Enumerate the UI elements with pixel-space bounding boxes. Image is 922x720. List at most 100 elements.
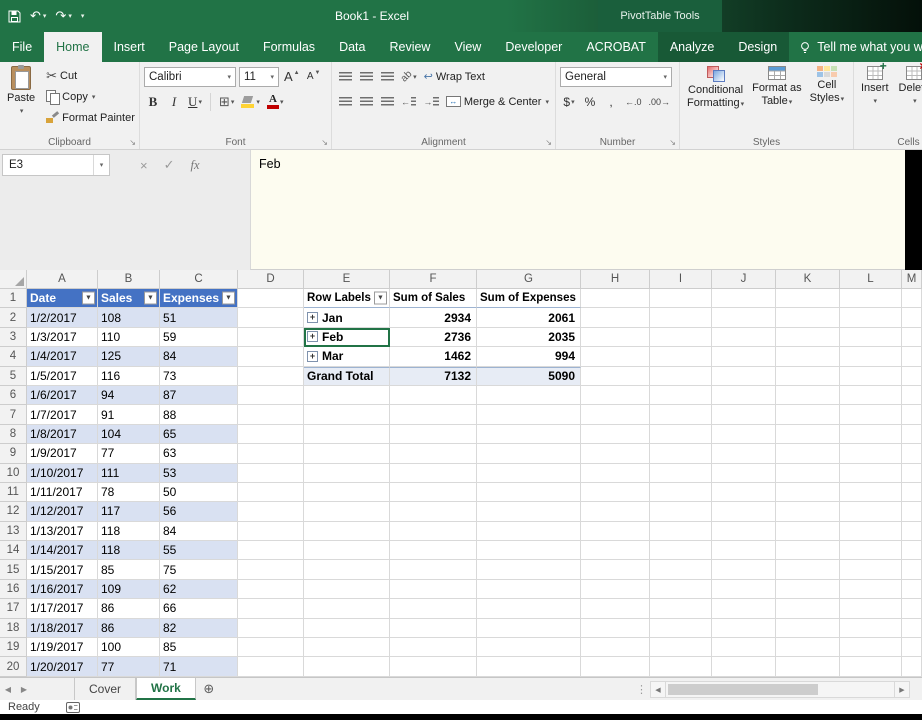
cell-C1[interactable]: Expenses ▼ bbox=[160, 289, 238, 309]
sheet-tab-cover[interactable]: Cover bbox=[74, 678, 137, 700]
cell-K9[interactable] bbox=[776, 444, 840, 464]
filter-dropdown-button[interactable]: ▼ bbox=[222, 291, 235, 305]
cell-M15[interactable] bbox=[902, 560, 922, 580]
cell-F4[interactable]: 1462 bbox=[390, 347, 477, 367]
cell-L16[interactable] bbox=[840, 579, 902, 600]
row-header-5[interactable]: 5 bbox=[0, 366, 27, 386]
cell-H9[interactable] bbox=[581, 444, 650, 464]
cell-L13[interactable] bbox=[840, 521, 902, 542]
column-header-H[interactable]: H bbox=[581, 270, 650, 289]
cell-F5[interactable]: 7132 bbox=[390, 366, 477, 386]
cell-B14[interactable]: 118 bbox=[98, 541, 160, 561]
fill-color-button[interactable]: ▾ bbox=[239, 92, 262, 112]
cell-I9[interactable] bbox=[650, 444, 712, 464]
cell-K20[interactable] bbox=[776, 657, 840, 677]
cell-H19[interactable] bbox=[581, 638, 650, 658]
filter-dropdown-button[interactable]: ▼ bbox=[374, 291, 387, 305]
column-header-K[interactable]: K bbox=[776, 270, 840, 289]
row-header-4[interactable]: 4 bbox=[0, 347, 27, 367]
tab-acrobat[interactable]: ACROBAT bbox=[574, 32, 658, 62]
cell-B16[interactable]: 109 bbox=[98, 579, 160, 600]
paste-button[interactable]: Paste ▾ bbox=[4, 65, 38, 133]
cell-C7[interactable]: 88 bbox=[160, 405, 238, 425]
column-header-E[interactable]: E bbox=[304, 270, 390, 289]
copy-button[interactable]: Copy ▾ bbox=[44, 86, 137, 107]
scroll-left-button[interactable]: ◀ bbox=[650, 681, 666, 698]
cell-K19[interactable] bbox=[776, 638, 840, 658]
cell-K3[interactable] bbox=[776, 327, 840, 348]
cancel-entry-button[interactable]: × bbox=[140, 158, 148, 173]
cell-J9[interactable] bbox=[712, 444, 776, 464]
cell-L4[interactable] bbox=[840, 347, 902, 367]
cell-L6[interactable] bbox=[840, 385, 902, 406]
column-header-I[interactable]: I bbox=[650, 270, 712, 289]
cell-G11[interactable] bbox=[477, 482, 581, 503]
filter-dropdown-button[interactable]: ▼ bbox=[144, 291, 157, 305]
cell-C2[interactable]: 51 bbox=[160, 308, 238, 328]
cell-K8[interactable] bbox=[776, 424, 840, 445]
cell-F18[interactable] bbox=[390, 618, 477, 639]
expand-collapse-button[interactable]: + bbox=[307, 312, 318, 324]
decrease-indent-button[interactable]: ← bbox=[399, 92, 418, 112]
row-header-9[interactable]: 9 bbox=[0, 444, 27, 464]
cell-G5[interactable]: 5090 bbox=[477, 366, 581, 386]
cell-H2[interactable] bbox=[581, 308, 650, 328]
row-header-14[interactable]: 14 bbox=[0, 541, 27, 561]
cell-K18[interactable] bbox=[776, 618, 840, 639]
italic-button[interactable]: I bbox=[165, 92, 183, 112]
cell-J17[interactable] bbox=[712, 599, 776, 619]
cell-A19[interactable]: 1/19/2017 bbox=[27, 638, 98, 658]
cell-J2[interactable] bbox=[712, 308, 776, 328]
name-box[interactable]: E3 ▾ bbox=[2, 154, 110, 176]
cell-L17[interactable] bbox=[840, 599, 902, 619]
tab-formulas[interactable]: Formulas bbox=[251, 32, 327, 62]
cell-C10[interactable]: 53 bbox=[160, 463, 238, 483]
cell-D2[interactable] bbox=[238, 308, 304, 328]
cell-C18[interactable]: 82 bbox=[160, 618, 238, 639]
cell-B11[interactable]: 78 bbox=[98, 482, 160, 503]
cell-K6[interactable] bbox=[776, 385, 840, 406]
tab-home[interactable]: Home bbox=[44, 32, 102, 62]
insert-function-button[interactable]: fx bbox=[191, 158, 200, 173]
cell-C19[interactable]: 85 bbox=[160, 638, 238, 658]
cell-J8[interactable] bbox=[712, 424, 776, 445]
cell-E7[interactable] bbox=[304, 405, 390, 425]
tab-design[interactable]: Design bbox=[726, 32, 790, 62]
cell-G3[interactable]: 2035 bbox=[477, 327, 581, 348]
cell-D19[interactable] bbox=[238, 638, 304, 658]
cell-C16[interactable]: 62 bbox=[160, 579, 238, 600]
cell-K4[interactable] bbox=[776, 347, 840, 367]
cell-M14[interactable] bbox=[902, 541, 922, 561]
cell-I13[interactable] bbox=[650, 521, 712, 542]
cell-A2[interactable]: 1/2/2017 bbox=[27, 308, 98, 328]
cell-F16[interactable] bbox=[390, 579, 477, 600]
cell-G6[interactable] bbox=[477, 385, 581, 406]
cell-D11[interactable] bbox=[238, 482, 304, 503]
cell-B20[interactable]: 77 bbox=[98, 657, 160, 677]
cell-C3[interactable]: 59 bbox=[160, 327, 238, 348]
wrap-text-button[interactable]: ↩ Wrap Text bbox=[422, 66, 487, 87]
cell-E1[interactable]: Row Labels ▼ bbox=[304, 289, 390, 309]
percent-style-button[interactable]: % bbox=[581, 92, 599, 112]
row-header-18[interactable]: 18 bbox=[0, 618, 27, 639]
macro-record-icon[interactable] bbox=[65, 701, 80, 713]
cell-F10[interactable] bbox=[390, 463, 477, 483]
cell-D17[interactable] bbox=[238, 599, 304, 619]
cell-H10[interactable] bbox=[581, 463, 650, 483]
cell-D3[interactable] bbox=[238, 327, 304, 348]
cell-I19[interactable] bbox=[650, 638, 712, 658]
cell-M6[interactable] bbox=[902, 385, 922, 406]
tab-developer[interactable]: Developer bbox=[493, 32, 574, 62]
cell-I3[interactable] bbox=[650, 327, 712, 348]
cell-M19[interactable] bbox=[902, 638, 922, 658]
cell-A11[interactable]: 1/11/2017 bbox=[27, 482, 98, 503]
cell-D13[interactable] bbox=[238, 521, 304, 542]
cell-L5[interactable] bbox=[840, 366, 902, 386]
cell-H12[interactable] bbox=[581, 502, 650, 522]
merge-center-button[interactable]: ↔ Merge & Center ▾ bbox=[444, 91, 551, 112]
cell-M8[interactable] bbox=[902, 424, 922, 445]
cell-E15[interactable] bbox=[304, 560, 390, 580]
cell-A20[interactable]: 1/20/2017 bbox=[27, 657, 98, 677]
cell-F3[interactable]: 2736 bbox=[390, 327, 477, 348]
cell-D16[interactable] bbox=[238, 579, 304, 600]
